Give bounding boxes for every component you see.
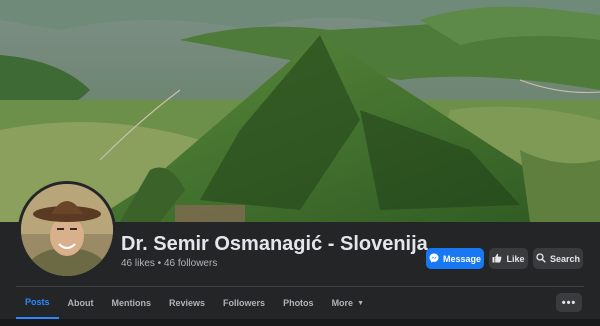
tab-about[interactable]: About bbox=[59, 287, 103, 319]
tab-photos-label: Photos bbox=[283, 298, 314, 308]
page-title: Dr. Semir Osmanagić - Slovenija bbox=[121, 233, 428, 255]
like-button[interactable]: Like bbox=[489, 248, 528, 269]
ellipsis-icon: ••• bbox=[561, 296, 577, 309]
profile-tabs: Posts About Mentions Reviews Followers P… bbox=[16, 287, 373, 319]
search-button-label: Search bbox=[549, 253, 581, 264]
tab-mentions[interactable]: Mentions bbox=[103, 287, 161, 319]
thumbs-up-icon bbox=[492, 253, 502, 265]
tab-reviews-label: Reviews bbox=[169, 298, 206, 308]
page-background bbox=[0, 319, 600, 326]
avatar-image bbox=[21, 184, 113, 276]
tab-more-label: More bbox=[331, 298, 354, 308]
tab-reviews[interactable]: Reviews bbox=[160, 287, 214, 319]
tab-followers[interactable]: Followers bbox=[214, 287, 274, 319]
tab-photos[interactable]: Photos bbox=[274, 287, 323, 319]
tab-mentions-label: Mentions bbox=[111, 298, 152, 308]
tab-more[interactable]: More ▼ bbox=[323, 287, 373, 319]
message-button-label: Message bbox=[442, 253, 482, 264]
search-icon bbox=[536, 252, 546, 265]
messenger-icon bbox=[429, 253, 439, 265]
search-button[interactable]: Search bbox=[533, 248, 583, 269]
tab-posts-label: Posts bbox=[25, 297, 50, 307]
likes-followers-count[interactable]: 46 likes • 46 followers bbox=[121, 258, 217, 269]
more-options-button[interactable]: ••• bbox=[556, 293, 582, 312]
tab-about-label: About bbox=[67, 298, 94, 308]
tab-posts[interactable]: Posts bbox=[16, 287, 59, 319]
like-button-label: Like bbox=[506, 253, 525, 264]
caret-down-icon: ▼ bbox=[357, 299, 365, 307]
tab-followers-label: Followers bbox=[223, 298, 266, 308]
message-button[interactable]: Message bbox=[426, 248, 484, 269]
profile-avatar[interactable] bbox=[18, 181, 116, 279]
